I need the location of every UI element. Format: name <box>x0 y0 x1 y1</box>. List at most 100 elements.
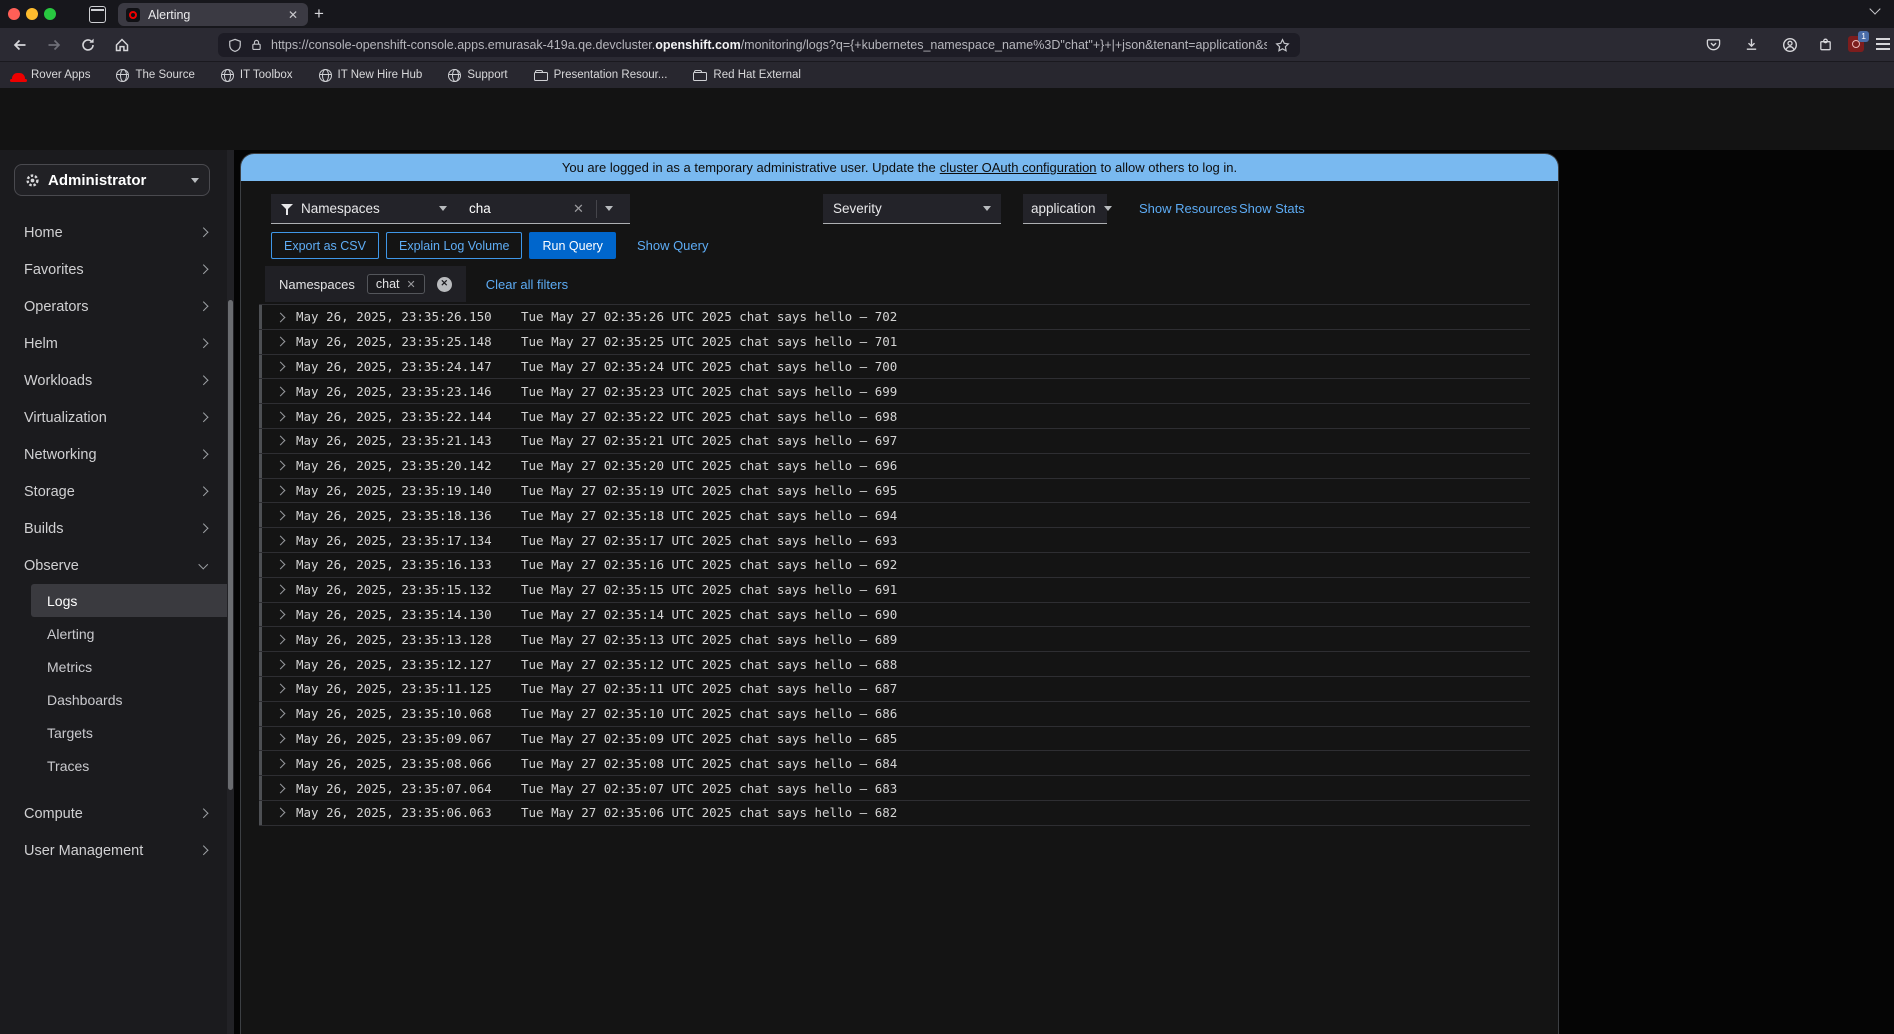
sidebar-item[interactable]: Traces <box>0 749 228 782</box>
sidebar-item[interactable]: Logs <box>31 584 228 617</box>
sidebar-item[interactable]: Metrics <box>0 650 228 683</box>
window-close-button[interactable] <box>8 8 20 20</box>
search-caret-icon[interactable] <box>604 206 613 211</box>
perspective-switcher[interactable]: Administrator <box>14 164 210 196</box>
show-query-link[interactable]: Show Query <box>637 238 709 253</box>
log-row[interactable]: May 26, 2025, 23:35:13.128 Tue May 27 02… <box>259 626 1530 651</box>
row-expand-chevron-icon[interactable] <box>275 535 286 546</box>
row-expand-chevron-icon[interactable] <box>275 510 286 521</box>
url-text[interactable]: https://console-openshift-console.apps.e… <box>271 38 1267 52</box>
log-row[interactable]: May 26, 2025, 23:35:25.148 Tue May 27 02… <box>259 328 1530 354</box>
bookmark-item[interactable]: Presentation Resour... <box>533 69 667 81</box>
shield-icon[interactable] <box>228 38 242 53</box>
firefox-view-icon[interactable] <box>89 6 106 23</box>
clear-chip-group-icon[interactable] <box>436 276 452 292</box>
clear-search-icon[interactable]: ✕ <box>569 201 588 217</box>
log-row[interactable]: May 26, 2025, 23:35:22.144 Tue May 27 02… <box>259 403 1530 428</box>
sidebar-item[interactable]: Operators <box>0 288 228 325</box>
row-expand-chevron-icon[interactable] <box>275 758 286 769</box>
menu-hamburger-icon[interactable] <box>1876 38 1892 54</box>
url-bar[interactable]: https://console-openshift-console.apps.e… <box>218 33 1300 57</box>
sidebar-item[interactable]: Storage <box>0 473 228 510</box>
namespaces-filter-dropdown[interactable]: Namespaces <box>271 194 457 224</box>
row-expand-chevron-icon[interactable] <box>275 436 286 446</box>
row-expand-chevron-icon[interactable] <box>275 609 286 620</box>
show-stats-link[interactable]: Show Stats <box>1239 201 1305 216</box>
row-expand-chevron-icon[interactable] <box>275 460 286 471</box>
row-expand-chevron-icon[interactable] <box>275 560 286 570</box>
export-csv-button[interactable]: Export as CSV <box>271 232 379 259</box>
sidebar-item[interactable]: Dashboards <box>0 683 228 716</box>
row-expand-chevron-icon[interactable] <box>275 634 286 645</box>
log-row[interactable]: May 26, 2025, 23:35:19.140 Tue May 27 02… <box>259 477 1530 503</box>
sidebar-item[interactable]: Observe <box>0 547 228 584</box>
sidebar-item[interactable]: Workloads <box>0 362 228 399</box>
back-icon[interactable] <box>12 37 28 53</box>
row-expand-chevron-icon[interactable] <box>275 684 286 694</box>
log-row[interactable]: May 26, 2025, 23:35:18.136 Tue May 27 02… <box>259 502 1530 527</box>
log-row[interactable]: May 26, 2025, 23:35:21.143 Tue May 27 02… <box>259 427 1530 453</box>
reload-icon[interactable] <box>80 37 96 53</box>
sidebar-item[interactable]: Virtualization <box>0 399 228 436</box>
sidebar-scrollbar-thumb[interactable] <box>228 300 233 790</box>
namespace-search-input[interactable] <box>467 200 561 217</box>
row-expand-chevron-icon[interactable] <box>275 733 286 744</box>
sidebar-item[interactable]: User Management <box>0 832 228 869</box>
row-expand-chevron-icon[interactable] <box>275 312 286 322</box>
window-zoom-button[interactable] <box>44 8 56 20</box>
bookmark-item[interactable]: IT New Hire Hub <box>318 68 422 82</box>
bookmark-star-icon[interactable] <box>1275 37 1290 53</box>
pocket-icon[interactable] <box>1706 37 1722 53</box>
log-row[interactable]: May 26, 2025, 23:35:11.125 Tue May 27 02… <box>259 675 1530 701</box>
run-query-button[interactable]: Run Query <box>529 232 616 259</box>
log-row[interactable]: May 26, 2025, 23:35:08.066 Tue May 27 02… <box>259 750 1530 775</box>
row-expand-chevron-icon[interactable] <box>275 659 286 670</box>
log-row[interactable]: May 26, 2025, 23:35:12.127 Tue May 27 02… <box>259 651 1530 676</box>
row-expand-chevron-icon[interactable] <box>275 411 286 422</box>
log-row[interactable]: May 26, 2025, 23:35:15.132 Tue May 27 02… <box>259 576 1530 602</box>
row-expand-chevron-icon[interactable] <box>275 361 286 372</box>
log-row[interactable]: May 26, 2025, 23:35:06.063 Tue May 27 02… <box>259 799 1530 826</box>
forward-icon[interactable] <box>46 37 62 53</box>
tab-list-chevron-icon[interactable] <box>1871 7 1880 16</box>
log-row[interactable]: May 26, 2025, 23:35:20.142 Tue May 27 02… <box>259 452 1530 478</box>
sidebar-item[interactable]: Alerting <box>0 617 228 650</box>
show-resources-link[interactable]: Show Resources <box>1139 201 1237 216</box>
bookmark-item[interactable]: The Source <box>116 68 195 82</box>
sidebar-item[interactable]: Networking <box>0 436 228 473</box>
tenant-select[interactable]: application <box>1023 194 1112 224</box>
bookmark-item[interactable]: Rover Apps <box>10 69 90 82</box>
log-row[interactable]: May 26, 2025, 23:35:14.130 Tue May 27 02… <box>259 601 1530 627</box>
log-row[interactable]: May 26, 2025, 23:35:09.067 Tue May 27 02… <box>259 725 1530 751</box>
sidebar-item[interactable]: Home <box>0 214 228 251</box>
home-icon[interactable] <box>114 37 130 53</box>
row-expand-chevron-icon[interactable] <box>275 783 286 794</box>
bookmark-item[interactable]: IT Toolbox <box>220 68 293 82</box>
new-tab-button[interactable]: + <box>314 2 324 26</box>
downloads-icon[interactable] <box>1744 37 1760 53</box>
tab-close-icon[interactable]: ✕ <box>286 8 300 22</box>
log-row[interactable]: May 26, 2025, 23:35:10.068 Tue May 27 02… <box>259 700 1530 726</box>
log-row[interactable]: May 26, 2025, 23:35:07.064 Tue May 27 02… <box>259 775 1530 800</box>
row-expand-chevron-icon[interactable] <box>275 336 286 347</box>
sidebar-item[interactable]: Builds <box>0 510 228 547</box>
chip-remove-icon[interactable]: ✕ <box>407 278 416 291</box>
log-row[interactable]: May 26, 2025, 23:35:17.134 Tue May 27 02… <box>259 527 1530 552</box>
window-minimize-button[interactable] <box>26 8 38 20</box>
bookmark-item[interactable]: Support <box>448 68 508 82</box>
log-row[interactable]: May 26, 2025, 23:35:26.150 Tue May 27 02… <box>259 304 1530 329</box>
sidebar-item[interactable]: Helm <box>0 325 228 362</box>
browser-tab[interactable]: Alerting ✕ <box>118 3 308 26</box>
namespace-search-box[interactable]: ✕ <box>457 194 630 224</box>
log-row[interactable]: May 26, 2025, 23:35:24.147 Tue May 27 02… <box>259 353 1530 379</box>
explain-log-volume-button[interactable]: Explain Log Volume <box>385 232 523 259</box>
account-icon[interactable] <box>1782 37 1798 53</box>
row-expand-chevron-icon[interactable] <box>275 708 286 719</box>
namespace-chip[interactable]: chat ✕ <box>366 274 425 294</box>
bookmark-item[interactable]: Red Hat External <box>693 69 801 81</box>
row-expand-chevron-icon[interactable] <box>275 807 286 818</box>
sidebar-item[interactable]: Targets <box>0 716 228 749</box>
sidebar-item[interactable]: Compute <box>0 795 228 832</box>
log-row[interactable]: May 26, 2025, 23:35:16.133 Tue May 27 02… <box>259 551 1530 577</box>
row-expand-chevron-icon[interactable] <box>275 584 286 595</box>
